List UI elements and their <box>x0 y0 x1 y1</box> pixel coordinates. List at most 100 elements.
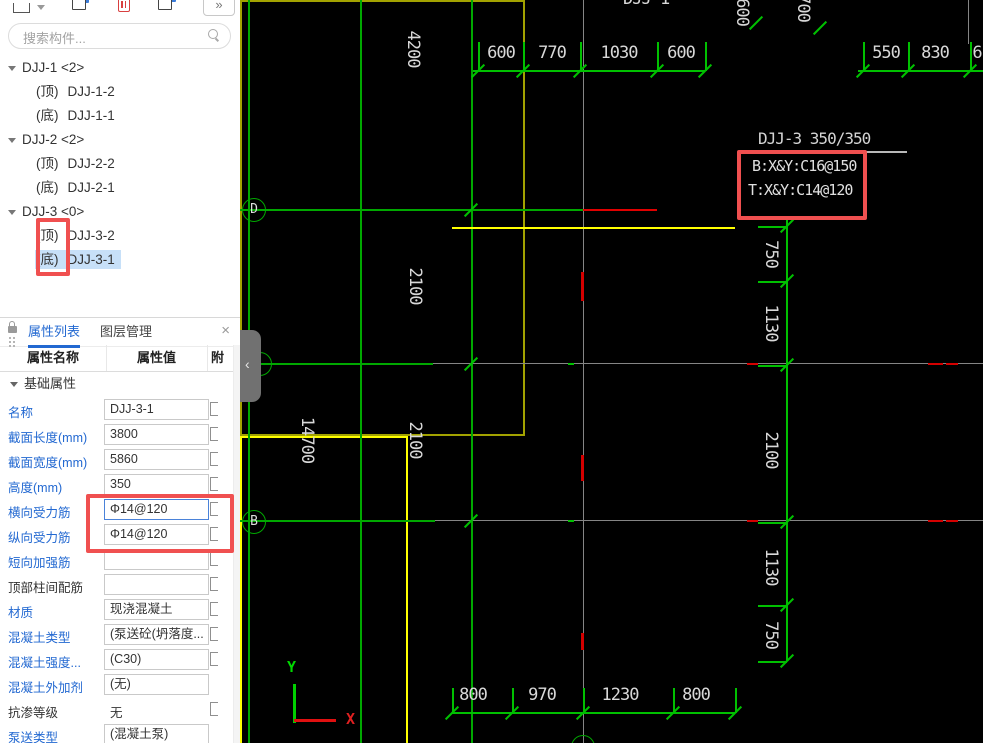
tree-item-DJJ-2-2[interactable]: (顶) DJJ-2-2 <box>0 152 232 176</box>
search-input[interactable]: 搜索构件... <box>8 23 231 49</box>
attach-checkbox[interactable] <box>210 702 218 716</box>
close-icon[interactable]: × <box>221 322 230 339</box>
ucs-y-label: Y <box>287 658 297 676</box>
tree-item-DJJ-1-2[interactable]: (顶) DJJ-1-2 <box>0 80 232 104</box>
tab-property-list[interactable]: 属性列表 <box>28 318 81 348</box>
property-label: 截面宽度(mm) <box>8 456 88 470</box>
dim-label-right: 2100 <box>761 431 781 469</box>
grid-line-vertical <box>360 0 362 743</box>
dim-ext-line <box>478 42 480 71</box>
tree-item-DJJ-2-1[interactable]: (底) DJJ-2-1 <box>0 176 232 200</box>
tree-caret-icon[interactable] <box>8 138 16 143</box>
panel-scrollbar[interactable] <box>233 345 240 743</box>
attach-checkbox[interactable] <box>210 402 218 416</box>
dim-label-right: 750 <box>761 621 781 649</box>
tree-group-label: DJJ-2 <2> <box>22 132 85 147</box>
attach-checkbox[interactable] <box>210 452 218 466</box>
dim-ext-line <box>863 42 865 71</box>
tree-caret-icon[interactable] <box>8 66 16 71</box>
dim-label-bottom: 800 <box>459 685 488 705</box>
tree-group-2[interactable]: DJJ-3 <0> <box>0 200 232 224</box>
tree-item-prefix: (顶) <box>36 156 59 171</box>
dropdown-caret-icon[interactable] <box>37 5 45 21</box>
property-panel-header: 属性列表 图层管理 × <box>0 317 240 348</box>
dim-ext-line <box>758 522 787 524</box>
lock-icon[interactable] <box>8 321 17 333</box>
property-value-input[interactable]: 5860 <box>104 449 209 470</box>
tree-group-0[interactable]: DJJ-1 <2> <box>0 56 232 80</box>
dim-ext-line <box>735 688 737 713</box>
attach-checkbox[interactable] <box>210 477 218 491</box>
property-value-input[interactable]: (泵送砼(坍落度... <box>104 624 209 645</box>
tab-layer-manager[interactable]: 图层管理 <box>100 318 152 345</box>
toolbar-expand-button[interactable]: » <box>203 0 235 16</box>
center-axis-line <box>583 0 584 743</box>
property-value-input[interactable]: (C30) <box>104 649 209 670</box>
drawing-canvas[interactable]: DJJ-1 D B ‹ 600 770 1030 600 550 830 6 600 700 800 970… <box>240 0 983 743</box>
attach-checkbox[interactable] <box>210 552 218 566</box>
ucs-y-axis <box>293 684 296 723</box>
dim-label-bottom: 800 <box>682 685 711 705</box>
grid-bubble-B[interactable]: B <box>242 510 266 534</box>
tree-group-label: DJJ-3 <0> <box>22 204 85 219</box>
property-label: 混凝土强度... <box>8 656 81 670</box>
property-label: 截面长度(mm) <box>8 431 88 445</box>
dim-ext-line <box>512 688 514 713</box>
attach-checkbox[interactable] <box>210 627 218 641</box>
property-row-11: 混凝土外加剂 (无) <box>0 672 233 697</box>
attach-checkbox[interactable] <box>210 652 218 666</box>
dim-ext-line <box>758 605 787 607</box>
tree-item-DJJ-1-1[interactable]: (底) DJJ-1-1 <box>0 104 232 128</box>
property-value-input[interactable]: 350 <box>104 474 209 495</box>
tree-item-DJJ-3-1[interactable]: (底) DJJ-3-1 <box>0 248 232 272</box>
tree-item-name: DJJ-1-1 <box>67 108 115 123</box>
dim-label-top: 1030 <box>600 43 639 63</box>
property-value-input[interactable]: DJJ-3-1 <box>104 399 209 420</box>
dim-line-bottom <box>452 712 735 714</box>
attach-checkbox[interactable] <box>210 427 218 441</box>
property-row-8: 材质 现浇混凝土 <box>0 597 233 622</box>
red-dash <box>928 363 943 365</box>
grid-line-D <box>240 209 583 211</box>
grid-bubble-bottom-partial[interactable] <box>571 735 595 743</box>
rectangle-tool-icon[interactable] <box>13 3 30 19</box>
attach-checkbox[interactable] <box>210 602 218 616</box>
sidebar-collapse-handle[interactable]: ‹ <box>240 330 261 402</box>
tree-group-1[interactable]: DJJ-2 <2> <box>0 128 232 152</box>
foundation-outline-inner[interactable] <box>240 436 408 743</box>
red-dash <box>946 363 958 365</box>
property-value-input[interactable] <box>104 574 209 595</box>
property-value-input[interactable]: 3800 <box>104 424 209 445</box>
red-centerline-dash <box>581 272 584 301</box>
property-row-2: 截面宽度(mm) 5860 <box>0 447 233 472</box>
property-value-input[interactable]: (无) <box>104 674 209 695</box>
grid-bubble-D[interactable]: D <box>242 198 266 222</box>
property-label: 顶部柱间配筋 <box>8 581 84 595</box>
property-label: 短向加强筋 <box>8 556 71 570</box>
tree-item-DJJ-3-2[interactable]: (顶) DJJ-3-2 <box>0 224 232 248</box>
property-value-input[interactable]: 现浇混凝土 <box>104 599 209 620</box>
red-centerline-dash <box>581 455 584 481</box>
dim-label-rotated: 700 <box>793 0 813 22</box>
annotation-title: DJJ-3 350/350 <box>758 129 871 148</box>
property-label: 横向受力筋 <box>8 506 71 520</box>
attach-checkbox[interactable] <box>210 577 218 591</box>
tree-group-label: DJJ-1 <2> <box>22 60 85 75</box>
dim-tick-icon <box>812 20 828 36</box>
property-value-input[interactable]: (混凝土泵) <box>104 724 209 743</box>
property-row-12: 抗渗等级 无 <box>0 697 233 722</box>
dim-label-right: 1130 <box>761 548 781 586</box>
property-row-13: 泵送类型 (混凝土泵) <box>0 722 233 743</box>
dim-ext-line <box>758 365 787 367</box>
tree-item-prefix: (底) <box>36 108 59 123</box>
dim-label-top: 600 <box>487 43 516 63</box>
tree-caret-icon[interactable] <box>8 210 16 215</box>
drag-grip-icon[interactable] <box>9 337 11 339</box>
property-label: 泵送类型 <box>8 731 59 743</box>
dim-label-left: 14700 <box>297 416 317 464</box>
property-label: 高度(mm) <box>8 481 63 495</box>
section-basic-properties[interactable]: 基础属性 <box>0 372 233 396</box>
dim-ext-line <box>657 42 659 71</box>
property-row-0: 名称 DJJ-3-1 <box>0 397 233 422</box>
foundation-top-edge <box>452 227 735 229</box>
